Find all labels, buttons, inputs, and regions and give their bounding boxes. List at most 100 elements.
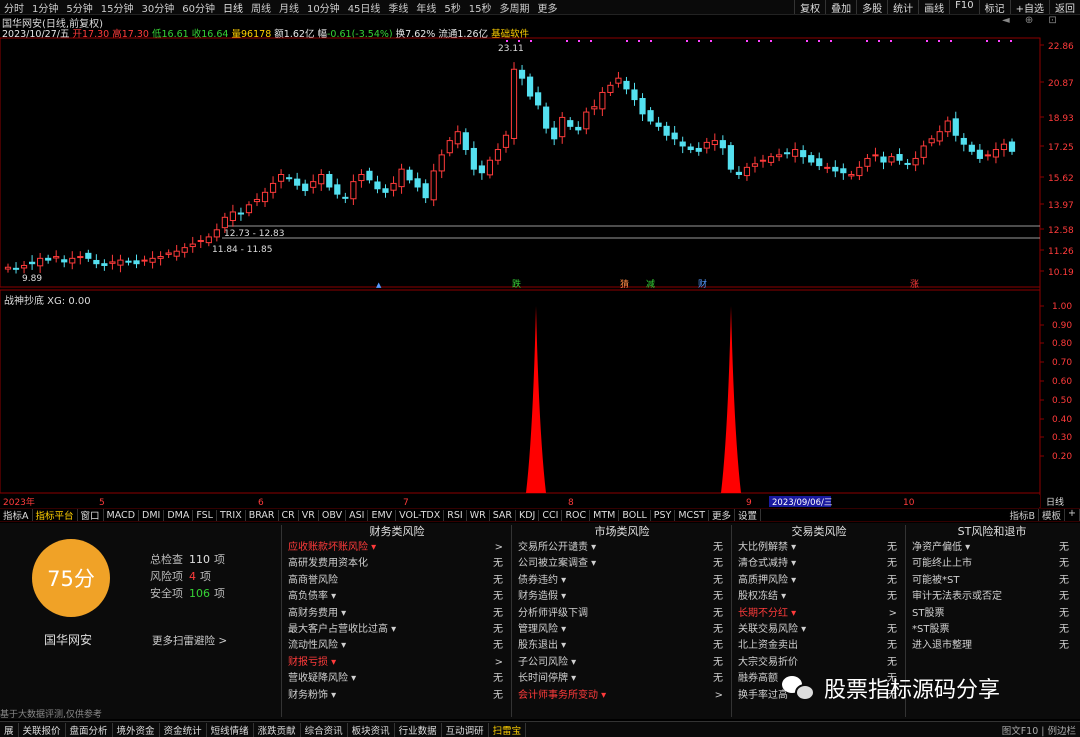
risk-item[interactable]: 流动性风险 ▾ 无 (283, 638, 511, 654)
risk-item[interactable]: 高研发费用资本化 无 (283, 556, 511, 572)
bottom-item-11[interactable]: 扫雷宝 (489, 722, 527, 737)
risk-item[interactable]: 净资产偏低 ▾ 无 (907, 540, 1077, 556)
indicator-tab-19[interactable]: CCI (539, 509, 563, 521)
risk-item[interactable]: 公司被立案调查 ▾ 无 (513, 556, 731, 572)
y-tick-label: 20.87 (1048, 79, 1074, 89)
indicator-tab-25[interactable]: 更多 (709, 509, 736, 521)
risk-item[interactable]: 可能被*ST 无 (907, 573, 1077, 589)
y-tick-label: 13.97 (1048, 201, 1074, 211)
indicator-tab-10[interactable]: VR (299, 509, 319, 521)
risk-item[interactable]: 进入退市整理 无 (907, 638, 1077, 654)
indicator-tab-24[interactable]: MCST (675, 509, 710, 521)
risk-item-name: 子公司风险 ▾ (518, 656, 577, 668)
risk-item[interactable]: 高财务费用 ▾ 无 (283, 606, 511, 622)
bottom-item-7[interactable]: 综合资讯 (301, 722, 348, 737)
risk-item[interactable]: 会计师事务所变动 ▾ > (513, 688, 731, 704)
indicator-tab-7[interactable]: TRIX (217, 509, 246, 521)
risk-item[interactable]: 子公司风险 ▾ 无 (513, 655, 731, 671)
indicator-tab-1[interactable]: 指标平台 (33, 509, 78, 521)
indicator-tab-13[interactable]: EMV (368, 509, 397, 521)
risk-item-value: 无 (1059, 574, 1069, 586)
risk-item[interactable]: 可能终止上市 无 (907, 556, 1077, 572)
indicator-tab-15[interactable]: RSI (444, 509, 467, 521)
indicator-tab-18[interactable]: KDJ (516, 509, 540, 521)
indicator-tab-2[interactable]: 窗口 (78, 509, 104, 521)
indicator-tab-6[interactable]: FSL (193, 509, 217, 521)
candle-body (486, 159, 494, 176)
event-mark[interactable]: 财 (698, 278, 707, 290)
indicator-tab-26[interactable]: 设置 (735, 509, 762, 521)
indicator-tab-4[interactable]: DMI (139, 509, 165, 521)
risk-item[interactable]: 清仓式减持 ▾ 无 (733, 556, 905, 572)
bottom-item-2[interactable]: 盘面分析 (66, 722, 113, 737)
risk-item[interactable]: 股权冻结 ▾ 无 (733, 589, 905, 605)
indicator-tab-12[interactable]: ASI (346, 509, 369, 521)
risk-item[interactable]: *ST股票 无 (907, 622, 1077, 638)
risk-item[interactable]: 大宗交易折价 无 (733, 655, 905, 671)
candle-body (181, 247, 188, 253)
x-axis-label: 7 (403, 498, 409, 508)
risk-item[interactable]: 北上资金卖出 无 (733, 638, 905, 654)
indicator-tab-right-0[interactable]: 指标B (1006, 509, 1040, 521)
y-tick-label: 18.93 (1048, 114, 1074, 124)
indicator-tab-20[interactable]: ROC (562, 509, 591, 521)
indicator-tab-right-2[interactable]: + (1065, 509, 1080, 521)
event-mark[interactable]: 跌 (512, 279, 521, 290)
risk-item[interactable]: 最大客户占营收比过高 ▾ 无 (283, 622, 511, 638)
event-mark[interactable]: 猜 (620, 278, 629, 290)
risk-item[interactable]: 债券违约 ▾ 无 (513, 573, 731, 589)
event-mark[interactable]: 涨 (910, 279, 919, 290)
bottom-item-10[interactable]: 互动调研 (442, 722, 489, 737)
bottom-item-6[interactable]: 涨跌贡献 (254, 722, 301, 737)
risk-item[interactable]: ST股票 无 (907, 606, 1077, 622)
risk-column-title: 市场类风险 (594, 525, 650, 538)
candle-body (286, 177, 293, 180)
risk-item[interactable]: 营收疑降风险 ▾ 无 (283, 671, 511, 687)
bottom-item-5[interactable]: 短线情绪 (207, 722, 254, 737)
candle-body (623, 80, 630, 90)
risk-item[interactable]: 大比例解禁 ▾ 无 (733, 540, 905, 556)
bottom-item-3[interactable]: 境外资金 (113, 722, 160, 737)
kline-chart[interactable]: 22.86 20.87 18.93 17.25 15.62 13.97 12.58 11.26… (0, 0, 1080, 508)
indicator-tab-3[interactable]: MACD (104, 509, 140, 521)
indicator-tab-5[interactable]: DMA (164, 509, 194, 521)
risk-item-value: 无 (1059, 623, 1069, 635)
risk-item[interactable]: 财报亏损 ▾ > (283, 655, 511, 671)
risk-item[interactable]: 长时间停牌 ▾ 无 (513, 671, 731, 687)
risk-item[interactable]: 关联交易风险 ▾ 无 (733, 622, 905, 638)
risk-item[interactable]: 审计无法表示或否定 无 (907, 589, 1077, 605)
indicator-tab-0[interactable]: 指标A (0, 509, 33, 521)
bottom-right-links[interactable]: 图文F10 | 例边栏 (1002, 723, 1080, 737)
event-mark[interactable]: 减 (646, 278, 655, 290)
bottom-item-9[interactable]: 行业数据 (395, 722, 442, 737)
indicator-tab-right-1[interactable]: 模板 (1039, 509, 1066, 521)
risk-item[interactable]: 高质押风险 ▾ 无 (733, 573, 905, 589)
indicator-tab-11[interactable]: OBV (319, 509, 347, 521)
candle-body (221, 216, 228, 229)
risk-item[interactable]: 长期不分红 ▾ > (733, 606, 905, 622)
indicator-tab-21[interactable]: MTM (590, 509, 620, 521)
risk-item[interactable]: 应收账款坏账风险 ▾ > (283, 540, 511, 556)
bottom-item-4[interactable]: 资金统计 (160, 722, 207, 737)
risk-item[interactable]: 高负债率 ▾ 无 (283, 589, 511, 605)
bottom-item-8[interactable]: 板块资讯 (348, 722, 395, 737)
indicator-tab-23[interactable]: PSY (651, 509, 676, 521)
risk-item[interactable]: 管理风险 ▾ 无 (513, 622, 731, 638)
indicator-tab-14[interactable]: VOL-TDX (396, 509, 445, 521)
bottom-item-0[interactable]: 展 (0, 722, 19, 737)
risk-item[interactable]: 交易所公开谴责 ▾ 无 (513, 540, 731, 556)
indicator-tab-16[interactable]: WR (467, 509, 490, 521)
risk-item[interactable]: 股东退出 ▾ 无 (513, 638, 731, 654)
risk-item[interactable]: 财务粉饰 ▾ 无 (283, 688, 511, 704)
risk-item[interactable]: 高商誉风险 无 (283, 573, 511, 589)
candle-body (101, 263, 108, 266)
risk-item[interactable]: 财务造假 ▾ 无 (513, 589, 731, 605)
indicator-tab-22[interactable]: BOLL (619, 509, 651, 521)
risk-item-value: 无 (713, 673, 723, 685)
bottom-item-1[interactable]: 关联报价 (19, 722, 66, 737)
more-scan-link[interactable]: 更多扫雷避险 > (152, 633, 227, 648)
indicator-tab-17[interactable]: SAR (490, 509, 517, 521)
indicator-tab-8[interactable]: BRAR (246, 509, 279, 521)
risk-item[interactable]: 分析师评级下调 无 (513, 606, 731, 622)
indicator-tab-9[interactable]: CR (279, 509, 299, 521)
